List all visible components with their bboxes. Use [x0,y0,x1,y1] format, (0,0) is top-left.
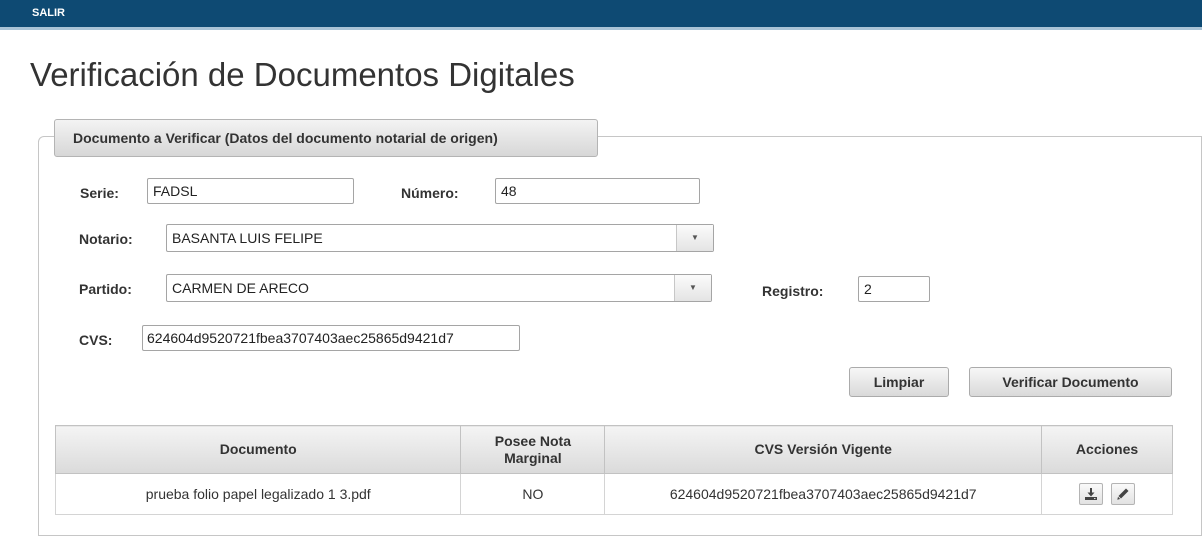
numero-input[interactable] [495,178,700,204]
cell-nota-marginal: NO [460,473,606,515]
cell-acciones [1041,473,1173,515]
cvs-input[interactable] [142,325,520,351]
notario-selected-value: BASANTA LUIS FELIPE [172,230,323,246]
salir-link[interactable]: SALIR [32,7,65,19]
column-header-documento: Documento [54,425,462,474]
verificar-documento-button[interactable]: Verificar Documento [969,367,1172,397]
results-table: Documento Posee Nota Marginal CVS Versió… [54,425,1173,515]
registro-input[interactable] [858,276,930,302]
column-header-acciones: Acciones [1041,425,1173,474]
notario-label: Notario: [79,231,133,247]
download-icon [1085,488,1098,500]
chevron-down-icon[interactable]: ▼ [674,275,711,301]
notario-select[interactable]: BASANTA LUIS FELIPE ▼ [166,224,714,252]
top-header-bar: SALIR [0,0,1202,30]
partido-select[interactable]: CARMEN DE ARECO ▼ [166,274,712,302]
download-button[interactable] [1079,483,1104,505]
cell-documento: prueba folio papel legalizado 1 3.pdf [54,473,462,515]
cvs-label: CVS: [79,332,113,348]
table-header-row: Documento Posee Nota Marginal CVS Versió… [54,425,1173,474]
partido-label: Partido: [79,281,132,297]
cell-cvs: 624604d9520721fbea3707403aec25865d9421d7 [604,473,1043,515]
limpiar-button[interactable]: Limpiar [849,367,949,397]
column-header-nota-line2: Marginal [504,449,562,466]
table-row: prueba folio papel legalizado 1 3.pdf NO… [54,473,1173,515]
serie-input[interactable] [147,178,354,204]
edit-button[interactable] [1110,483,1135,505]
column-header-nota-line1: Posee Nota [494,432,571,449]
column-header-nota-marginal: Posee Nota Marginal [460,425,606,474]
chevron-down-icon[interactable]: ▼ [676,225,713,251]
serie-label: Serie: [80,185,119,201]
numero-label: Número: [401,185,459,201]
registro-label: Registro: [762,283,824,299]
page-title: Verificación de Documentos Digitales [30,56,575,93]
pencil-icon [1117,488,1129,500]
form-legend: Documento a Verificar (Datos del documen… [54,119,598,157]
column-header-cvs: CVS Versión Vigente [604,425,1043,474]
partido-selected-value: CARMEN DE ARECO [172,280,309,296]
